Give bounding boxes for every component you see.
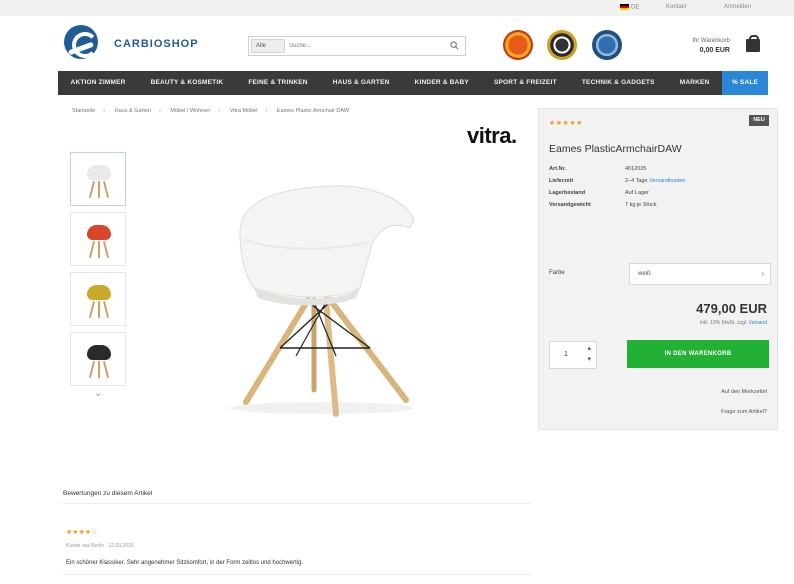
variant-select[interactable]: weiß <box>629 263 771 285</box>
quantity-value[interactable]: 1 <box>564 351 568 358</box>
thumbnail-red[interactable] <box>70 212 126 266</box>
shipping-cost-link[interactable]: Versandkosten <box>649 178 685 184</box>
product-main-image[interactable] <box>210 170 430 420</box>
thumb-chair-seat <box>87 345 111 360</box>
cart-label: Ihr Warenkorb <box>692 38 730 44</box>
breadcrumb-item[interactable]: Startseite <box>72 108 95 114</box>
wishlist-link[interactable]: Auf den Merkzettel <box>721 389 767 395</box>
cart-widget[interactable]: Ihr Warenkorb 0,00 EUR <box>680 35 772 62</box>
thumbnail-mustard[interactable] <box>70 272 126 326</box>
review-stars: ★★★★☆ <box>66 529 98 536</box>
divider <box>63 574 531 575</box>
language-switch[interactable]: DE <box>620 4 639 11</box>
review-meta: Kunde aus Berlin · 12.03.2016 <box>66 543 134 549</box>
thumbnail-white[interactable] <box>70 152 126 206</box>
quantity-stepper[interactable]: 1 ▴ ▾ <box>549 341 597 369</box>
tax-note: inkl. 19% MwSt. zzgl. Versand <box>700 320 767 326</box>
spec-row: Lagerbestand Auf Lager <box>549 190 649 196</box>
breadcrumb-current: Eames Plastic Armchair DAW <box>276 108 350 114</box>
chevron-down-icon[interactable]: ⌄ <box>94 388 128 399</box>
cart-total: 0,00 EUR <box>699 47 730 54</box>
thumbnail-gallery: ⌄ <box>70 152 128 399</box>
breadcrumb: Startseite › Haus & Garten › Möbel / Wohne… <box>72 108 350 114</box>
search-input[interactable] <box>289 39 439 53</box>
product-question-link[interactable]: Frage zum Artikel? <box>721 409 767 415</box>
main-navigation: AKTION ZIMMER BEAUTY & KOSMETIK FEINE & … <box>58 71 768 95</box>
thumbnail-black[interactable] <box>70 332 126 386</box>
search-icon[interactable] <box>450 41 459 50</box>
spec-table: Art.Nr. 4012035 Lieferzeit 2–4 Tage Vers… <box>549 166 769 214</box>
breadcrumb-item[interactable]: Haus & Garten <box>115 108 151 114</box>
trust-seal-icon[interactable] <box>503 30 533 60</box>
logo-text[interactable]: CARBIOSHOP <box>114 38 199 50</box>
chevron-up-icon[interactable]: ▴ <box>587 344 591 352</box>
brand-logo[interactable]: vitra. <box>467 123 517 149</box>
product-title: Eames PlasticArmchairDAW <box>549 143 682 155</box>
search-scope-select[interactable]: Alle <box>251 39 285 53</box>
variant-label: Farbe <box>549 270 565 276</box>
nav-item-kinder[interactable]: KINDER & BABY <box>402 71 481 95</box>
breadcrumb-item[interactable]: Möbel / Wohnen <box>170 108 210 114</box>
thumb-chair-seat <box>87 165 111 180</box>
variant-selector: Farbe weiß <box>549 263 771 285</box>
new-badge: NEU <box>749 115 769 126</box>
reviews-heading: Bewertungen zu diesem Artikel <box>63 490 531 504</box>
topbar-link-login[interactable]: Anmelden <box>724 4 751 10</box>
nav-item-sport[interactable]: SPORT & FREIZEIT <box>481 71 569 95</box>
spec-row: Lieferzeit 2–4 Tage Versandkosten <box>549 178 686 184</box>
chevron-down-icon[interactable]: ▾ <box>587 355 591 363</box>
search-bar: Alle <box>248 36 466 56</box>
buy-box: ★★★★★ NEU Eames PlasticArmchairDAW Art.N… <box>538 108 778 430</box>
logo-icon[interactable] <box>64 25 98 59</box>
nav-item-marken[interactable]: MARKEN <box>667 71 722 95</box>
spec-row: Versandgewicht 7 kg je Stück <box>549 202 657 208</box>
nav-item-haus-garten[interactable]: HAUS & GARTEN <box>320 71 402 95</box>
award-seal-icon[interactable] <box>547 30 577 60</box>
breadcrumb-item[interactable]: Vitra Möbel <box>230 108 258 114</box>
topbar-link-contact[interactable]: Kontakt <box>666 4 686 10</box>
shipping-link[interactable]: Versand <box>749 320 767 326</box>
site-header: CARBIOSHOP Alle Ihr Warenkorb 0,00 EUR <box>0 16 794 68</box>
top-utility-bar: DE Kontakt Anmelden <box>0 0 794 16</box>
nav-item-aktion[interactable]: AKTION ZIMMER <box>58 71 138 95</box>
add-to-cart-button[interactable]: IN DEN WARENKORB <box>627 340 769 368</box>
thumb-chair-seat <box>87 285 111 300</box>
nav-item-essen[interactable]: FEINE & TRINKEN <box>236 71 320 95</box>
rating-stars[interactable]: ★★★★★ <box>549 119 583 127</box>
quality-seal-icon[interactable] <box>592 30 622 60</box>
nav-item-technik[interactable]: TECHNIK & GADGETS <box>569 71 667 95</box>
nav-item-sale[interactable]: % SALE <box>722 71 768 95</box>
spec-row: Art.Nr. 4012035 <box>549 166 647 172</box>
product-price: 479,00 EUR <box>696 301 767 316</box>
nav-item-beauty[interactable]: BEAUTY & KOSMETIK <box>138 71 236 95</box>
review-text: Ein schöner Klassiker. Sehr angenehmer S… <box>66 560 304 566</box>
german-flag-icon <box>620 4 629 10</box>
thumb-chair-seat <box>87 225 111 240</box>
shopping-bag-icon[interactable] <box>746 35 760 52</box>
